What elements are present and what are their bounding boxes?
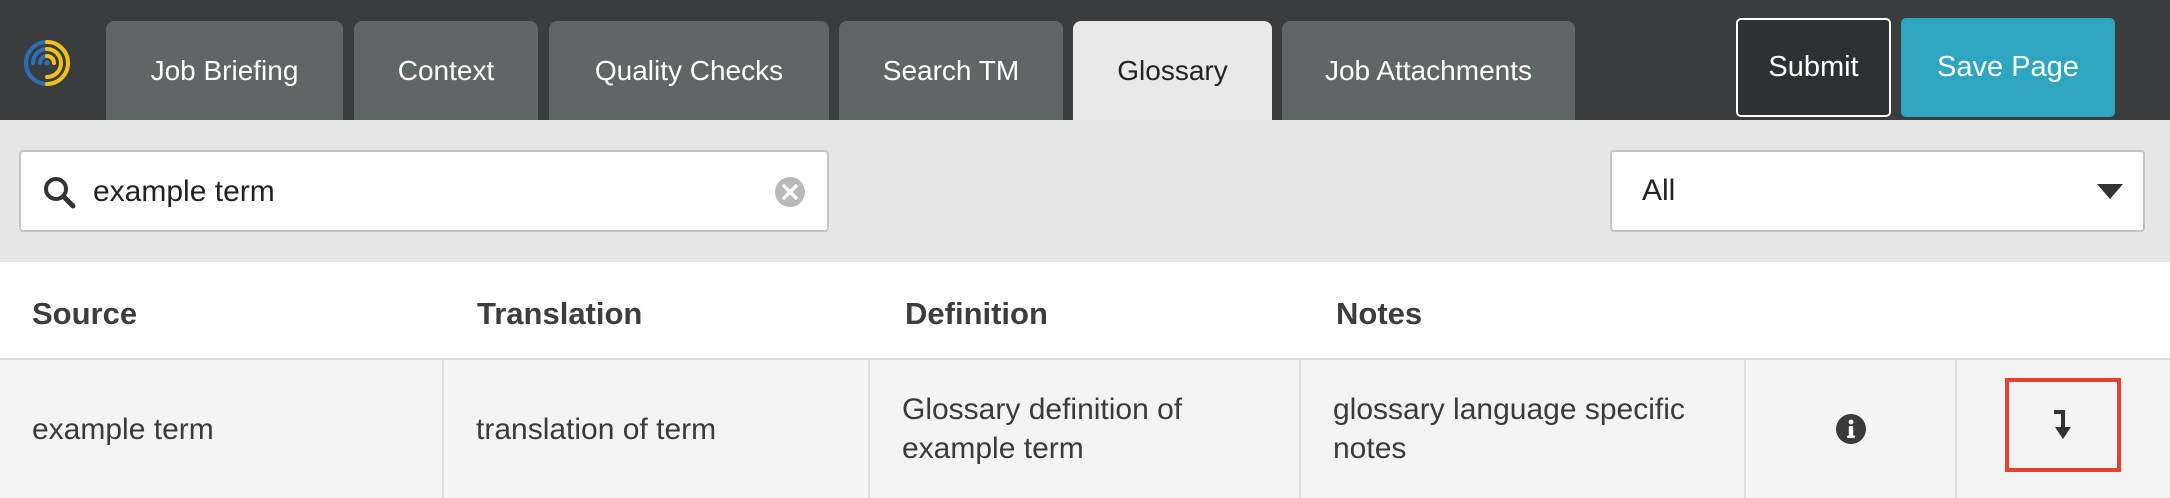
glossary-table: Source Translation Definition Notes exam… [0, 262, 2170, 498]
table-row: example term translation of term Glossar… [0, 358, 2170, 498]
notes-text: glossary language specific notes [1333, 393, 1685, 465]
cell-source: example term [0, 360, 444, 498]
tab-job-attachments[interactable]: Job Attachments [1282, 21, 1575, 120]
search-icon [44, 177, 76, 209]
cell-info [1746, 360, 1957, 498]
tab-quality-checks[interactable]: Quality Checks [549, 21, 829, 120]
search-box[interactable] [19, 150, 829, 232]
column-header-definition: Definition [905, 296, 1048, 331]
insert-arrow-icon [2054, 410, 2071, 439]
glossary-search-bar: All [0, 120, 2170, 262]
column-header-notes: Notes [1336, 296, 1423, 331]
search-input[interactable] [93, 166, 773, 218]
tab-context[interactable]: Context [354, 21, 538, 120]
tab-search-tm[interactable]: Search TM [839, 21, 1063, 120]
cell-notes: glossary language specific notes [1301, 360, 1746, 498]
translation-text: translation of term [476, 412, 717, 446]
definition-text: Glossary definition of example term [902, 393, 1183, 465]
info-icon[interactable] [1835, 413, 1867, 445]
cell-translation: translation of term [444, 360, 870, 498]
save-page-button[interactable]: Save Page [1901, 18, 2115, 117]
submit-button[interactable]: Submit [1736, 18, 1891, 117]
tab-glossary[interactable]: Glossary [1073, 21, 1272, 120]
column-header-translation: Translation [477, 296, 643, 331]
clear-icon[interactable] [773, 175, 807, 209]
top-toolbar: Job Briefing Context Quality Checks Sear… [0, 0, 2170, 120]
filter-selected-value: All [1642, 174, 1676, 207]
column-header-source: Source [32, 296, 138, 331]
tab-job-briefing[interactable]: Job Briefing [106, 21, 343, 120]
source-term-text: example term [32, 412, 214, 446]
insert-term-button[interactable] [2005, 378, 2121, 472]
fingerprint-logo-icon [24, 40, 70, 86]
filter-select[interactable]: All [1610, 150, 2145, 232]
cell-definition: Glossary definition of example term [870, 360, 1301, 498]
chevron-down-icon [2097, 184, 2123, 199]
